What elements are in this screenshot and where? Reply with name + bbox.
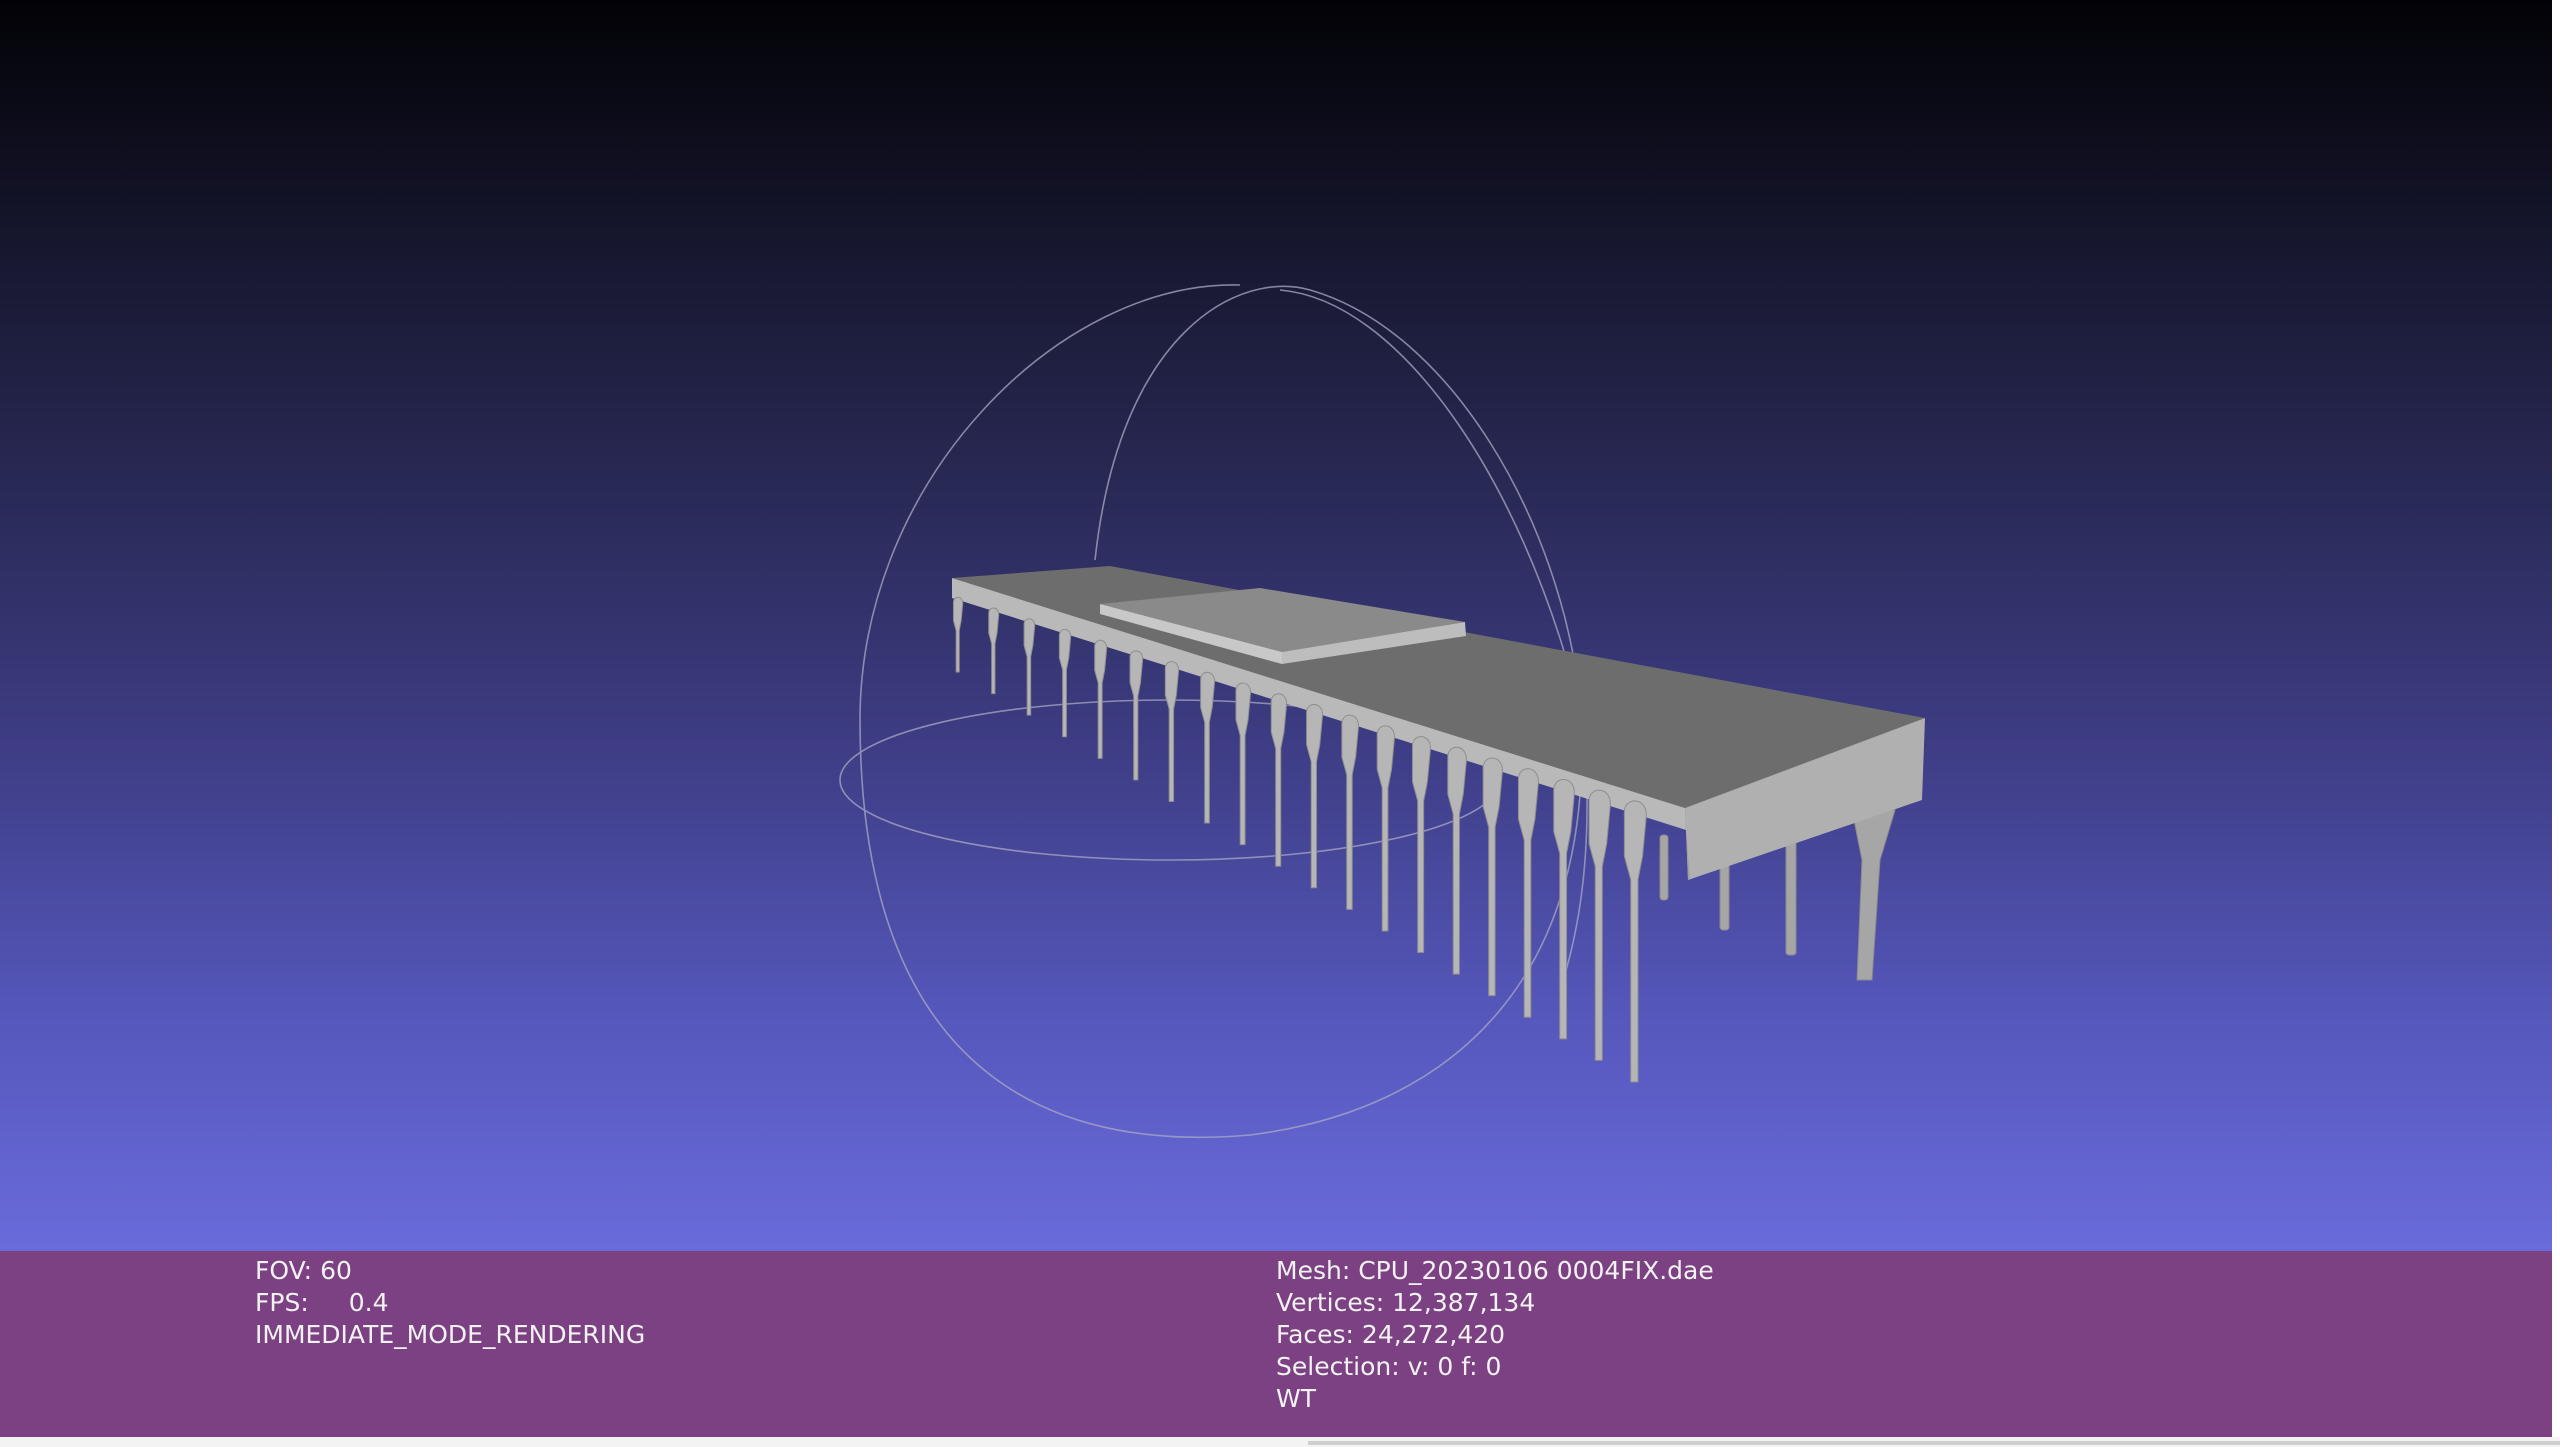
pin [1306,703,1323,889]
info-panel: FOV: 60 FPS: 0.4 IMMEDIATE_MODE_RENDERING… [0,1251,2552,1437]
render-mode: IMMEDIATE_MODE_RENDERING [255,1320,646,1349]
face-count: Faces: 24,272,420 [1276,1320,1506,1349]
pin [988,607,1000,695]
pin [1412,736,1431,954]
pin [952,596,964,673]
pin [1341,714,1359,910]
fps-label: FPS: [255,1288,309,1317]
fov-row: FOV: 60 [255,1255,645,1287]
pin [1129,650,1144,781]
mode-indicator: WT [1276,1384,1316,1413]
pin [1588,789,1611,1061]
fps-row: FPS: 0.4 [255,1287,645,1319]
pin [1235,682,1251,846]
pin [1270,693,1287,867]
3d-viewport[interactable] [0,0,2552,1251]
pin [1447,746,1467,975]
fov-value: 60 [320,1256,352,1285]
selection-info: Selection: v: 0 f: 0 [1276,1352,1502,1381]
mesh-scene[interactable] [0,0,2552,1251]
render-info: FOV: 60 FPS: 0.4 IMMEDIATE_MODE_RENDERING [255,1255,645,1351]
pin [1023,618,1036,716]
pin [1623,800,1647,1083]
pin [1200,671,1216,824]
fps-value: 0.4 [348,1288,389,1317]
mesh-info: Mesh: CPU_20230106 0004FIX.dae Vertices:… [1276,1255,1714,1415]
fov-label: FOV: [255,1256,313,1285]
vertical-scrollbar[interactable] [2552,0,2560,1437]
vertex-count: Vertices: 12,387,134 [1276,1288,1536,1317]
pin [1094,639,1108,759]
pin [1164,661,1180,802]
mesh-name: Mesh: CPU_20230106 0004FIX.dae [1276,1256,1714,1285]
pin [1058,628,1072,738]
pin [1482,757,1503,997]
pin [1376,725,1395,932]
horizontal-scrollbar-thumb[interactable] [1308,1441,2560,1445]
